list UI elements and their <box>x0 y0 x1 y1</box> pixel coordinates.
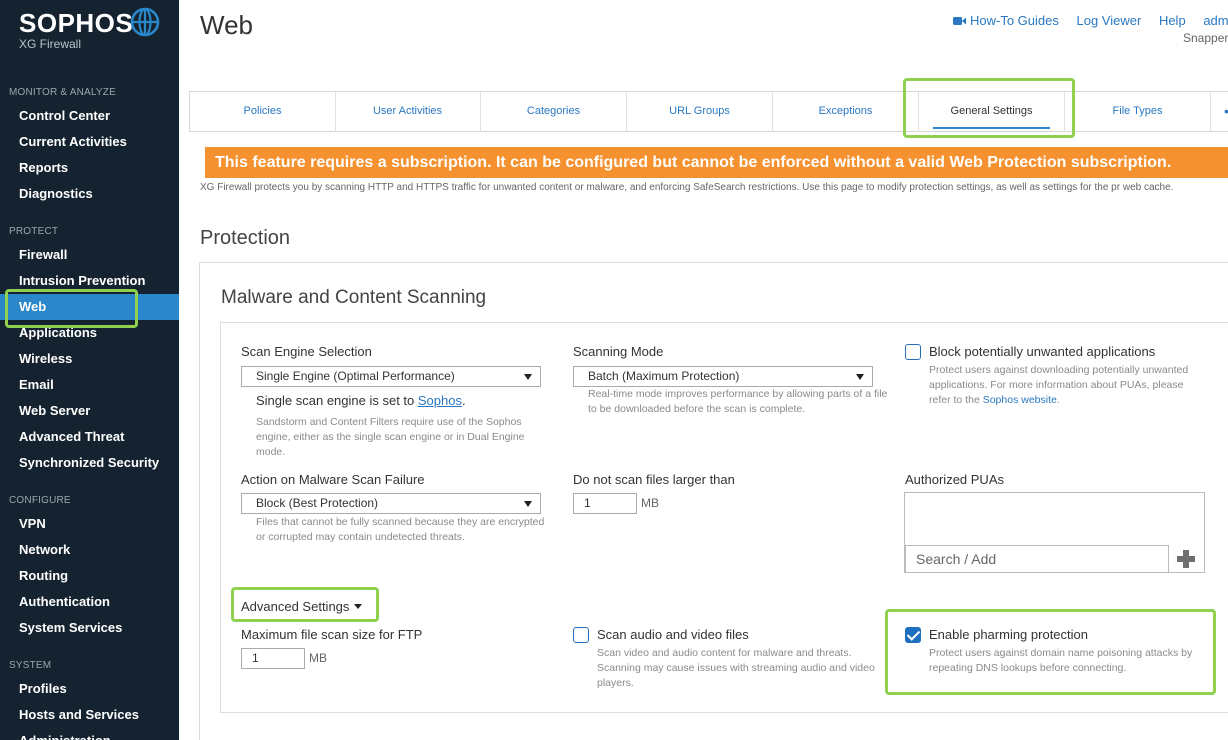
globe-icon <box>130 7 160 37</box>
log-viewer-link[interactable]: Log Viewer <box>1077 13 1142 28</box>
ftp-size-label: Maximum file scan size for FTP <box>241 627 423 642</box>
scan-engine-note: Single scan engine is set to Sophos. <box>256 393 466 408</box>
scan-engine-select[interactable]: Single Engine (Optimal Performance) <box>241 366 541 387</box>
scanning-mode-select[interactable]: Batch (Maximum Protection) <box>573 366 873 387</box>
sidebar-item-reports[interactable]: Reports <box>0 155 179 181</box>
chevron-down-icon <box>524 501 532 507</box>
sidebar-item-synchronized-security[interactable]: Synchronized Security <box>0 450 179 476</box>
admin-menu[interactable]: adm <box>1203 13 1228 28</box>
user-name: Snapper <box>1183 31 1228 45</box>
block-pua-help: Protect users against downloading potent… <box>929 363 1199 408</box>
sidebar-item-vpn[interactable]: VPN <box>0 511 179 537</box>
sophos-link[interactable]: Sophos <box>418 393 462 408</box>
scan-failure-help: Files that cannot be fully scanned becau… <box>256 516 545 543</box>
product-name: XG Firewall <box>19 37 82 51</box>
sidebar-item-network[interactable]: Network <box>0 537 179 563</box>
sidebar: SOPHOS XG Firewall MONITOR & ANALYZE Con… <box>0 0 179 740</box>
tab-policies[interactable]: Policies <box>190 92 336 132</box>
sidebar-item-control-center[interactable]: Control Center <box>0 103 179 129</box>
scan-failure-value: Block (Best Protection) <box>256 496 379 510</box>
page-title: Web <box>200 10 253 40</box>
sidebar-item-advanced-threat[interactable]: Advanced Threat <box>0 424 179 450</box>
scan-engine-note-prefix: Single scan engine is set to <box>256 393 418 408</box>
sophos-website-link[interactable]: Sophos website <box>983 394 1057 406</box>
pharming-protection-label: Enable pharming protection <box>929 627 1088 642</box>
add-pua-plus-icon[interactable] <box>1172 547 1200 571</box>
top-links: How-To Guides Log Viewer Help adm <box>953 13 1228 28</box>
scan-failure-select[interactable]: Block (Best Protection) <box>241 493 541 514</box>
video-camera-icon <box>953 17 966 25</box>
sidebar-item-firewall[interactable]: Firewall <box>0 242 179 268</box>
intro-text: XG Firewall protects you by scanning HTT… <box>200 182 1174 193</box>
sidebar-item-hosts-and-services[interactable]: Hosts and Services <box>0 702 179 728</box>
sidebar-item-email[interactable]: Email <box>0 372 179 398</box>
tab-exceptions[interactable]: Exceptions <box>773 92 919 132</box>
caret-down-icon <box>354 604 363 609</box>
authorized-puas-label: Authorized PUAs <box>905 472 1004 487</box>
ftp-size-input[interactable]: 1 <box>241 648 305 669</box>
sidebar-item-system-services[interactable]: System Services <box>0 615 179 641</box>
block-pua-label: Block potentially unwanted applications <box>929 344 1156 359</box>
advanced-settings-toggle[interactable]: Advanced Settings <box>241 599 363 614</box>
advanced-settings-label: Advanced Settings <box>241 599 350 614</box>
scanning-mode-value: Batch (Maximum Protection) <box>588 369 740 383</box>
pua-search-input[interactable]: Search / Add <box>905 545 1169 573</box>
scan-failure-label: Action on Malware Scan Failure <box>241 472 425 487</box>
sidebar-item-current-activities[interactable]: Current Activities <box>0 129 179 155</box>
howto-label: How-To Guides <box>970 13 1059 28</box>
max-size-unit: MB <box>641 496 659 510</box>
sidebar-item-wireless[interactable]: Wireless <box>0 346 179 372</box>
sidebar-item-profiles[interactable]: Profiles <box>0 676 179 702</box>
tab-more-icon[interactable]: • <box>1224 92 1228 130</box>
sidebar-item-routing[interactable]: Routing <box>0 563 179 589</box>
howto-link[interactable]: How-To Guides <box>953 13 1059 28</box>
tab-file-types[interactable]: File Types <box>1065 92 1211 132</box>
tab-bar: Policies User Activities Categories URL … <box>189 91 1228 132</box>
section-title-protection: Protection <box>200 227 291 249</box>
chevron-down-icon <box>856 374 864 380</box>
scan-engine-note-suffix: . <box>461 393 466 408</box>
sidebar-item-intrusion-prevention[interactable]: Intrusion Prevention <box>0 268 179 294</box>
nav-section-system: SYSTEM <box>9 660 52 671</box>
scan-engine-label: Scan Engine Selection <box>241 344 372 359</box>
tab-general-settings[interactable]: General Settings <box>919 92 1065 132</box>
scan-audio-video-help: Scan video and audio content for malware… <box>597 647 875 689</box>
block-pua-help-suffix: . <box>1056 394 1060 406</box>
tab-url-groups[interactable]: URL Groups <box>627 92 773 132</box>
help-link[interactable]: Help <box>1159 13 1186 28</box>
block-pua-checkbox[interactable] <box>905 344 921 360</box>
nav-section-protect: PROTECT <box>9 226 59 237</box>
sidebar-item-web[interactable]: Web <box>0 294 179 320</box>
sidebar-item-authentication[interactable]: Authentication <box>0 589 179 615</box>
ftp-size-unit: MB <box>309 651 327 665</box>
pharming-protection-checkbox[interactable] <box>905 627 921 643</box>
scanning-mode-label: Scanning Mode <box>573 344 664 359</box>
nav-section-configure: CONFIGURE <box>9 495 71 506</box>
scanning-mode-help: Real-time mode improves performance by a… <box>588 388 888 415</box>
pharming-protection-help: Protect users against domain name poison… <box>929 647 1193 674</box>
sidebar-item-applications[interactable]: Applications <box>0 320 179 346</box>
chevron-down-icon <box>524 374 532 380</box>
subscription-banner: This feature requires a subscription. It… <box>205 147 1228 178</box>
tab-user-activities[interactable]: User Activities <box>335 92 481 132</box>
sidebar-item-administration[interactable]: Administration <box>0 728 179 740</box>
max-size-label: Do not scan files larger than <box>573 472 735 487</box>
sidebar-item-web-server[interactable]: Web Server <box>0 398 179 424</box>
scan-audio-video-checkbox[interactable] <box>573 627 589 643</box>
max-size-input[interactable]: 1 <box>573 493 637 514</box>
brand-logo[interactable]: SOPHOS XG Firewall <box>19 8 133 51</box>
nav-section-monitor: MONITOR & ANALYZE <box>9 87 116 98</box>
scan-engine-value: Single Engine (Optimal Performance) <box>256 369 455 383</box>
tab-categories[interactable]: Categories <box>481 92 627 132</box>
panel-title-malware: Malware and Content Scanning <box>221 287 487 308</box>
sidebar-item-diagnostics[interactable]: Diagnostics <box>0 181 179 207</box>
scan-engine-help: Sandstorm and Content Filters require us… <box>256 416 525 458</box>
scan-audio-video-label: Scan audio and video files <box>597 627 749 642</box>
brand-name: SOPHOS <box>19 8 134 38</box>
